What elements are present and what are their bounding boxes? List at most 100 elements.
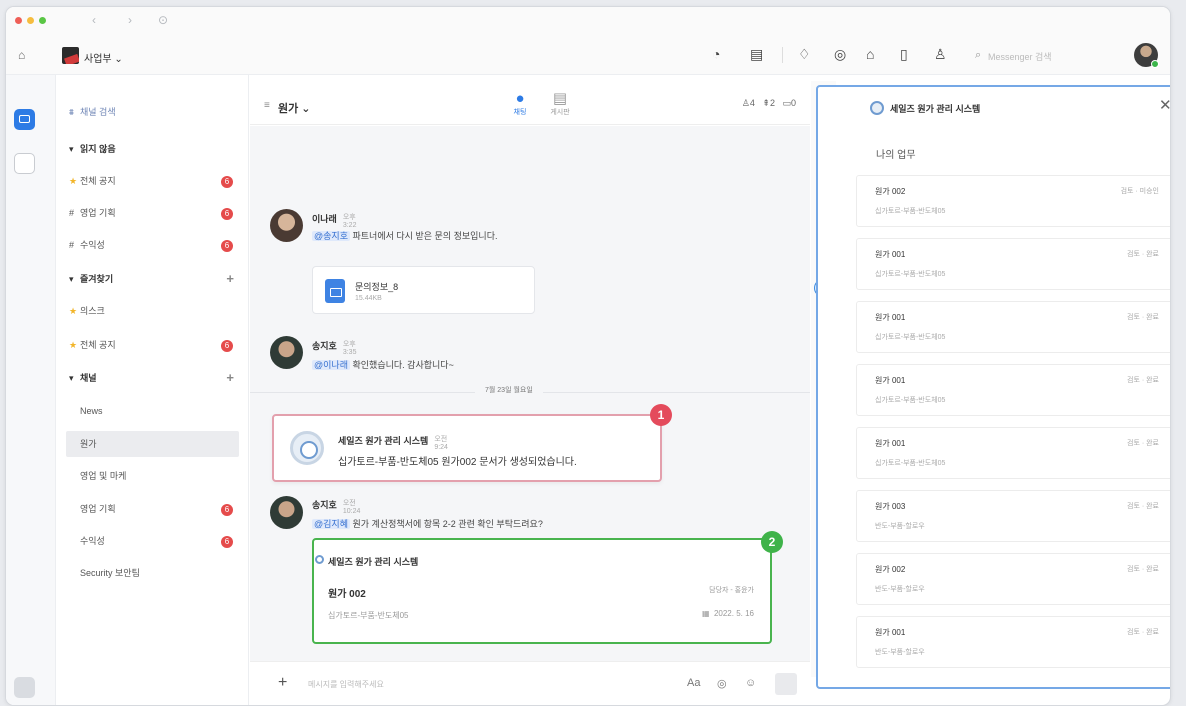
sidebar-item-marketing[interactable]: 영업 및 마케 — [66, 463, 239, 489]
emoji-icon[interactable]: ☺ — [745, 677, 756, 689]
history-icon[interactable]: ⊙ — [158, 13, 168, 27]
task-item[interactable]: 원가 001 십가토르-부품-반도체05 검토 · 완료 — [856, 238, 1170, 290]
task-item[interactable]: 원가 001 십가토르-부품-반도체05 검토 · 완료 — [856, 301, 1170, 353]
search-icon: ⌕ — [975, 49, 982, 61]
home-bookmark-icon[interactable]: ⌂ — [866, 47, 874, 61]
chat-header: ≡ 원가 ⌄ ● 채팅 ▤ 게시판 ♙4 ⇞2 ▭0 — [250, 75, 810, 125]
sidebar-item-security[interactable]: Security 보안팀 — [66, 560, 239, 586]
my-avatar[interactable] — [1134, 43, 1159, 68]
workspace-logo — [62, 47, 79, 64]
search-box[interactable]: ⌕ Messenger 검색 — [972, 46, 1122, 66]
avatar[interactable] — [270, 336, 303, 369]
forward-icon[interactable]: › — [128, 13, 132, 27]
zoom-window-button[interactable] — [39, 17, 46, 24]
sidebar-item-sales-plan-2[interactable]: 영업 기획 6 — [66, 496, 239, 522]
board-icon[interactable]: ▤ — [750, 47, 763, 61]
unread-badge: 6 — [221, 536, 233, 548]
pin-count: 2 — [769, 98, 775, 108]
notice-body: 십가토르-부품-반도체05 원가002 문서가 생성되었습니다. — [338, 457, 577, 468]
sidebar-item-fav-announce[interactable]: ★ 전체 공지 6 — [66, 332, 239, 358]
document-link-card[interactable]: 세일즈 원가 관리 시스템 원가 002 십가토르-부품-반도체05 담당자 -… — [312, 538, 772, 644]
member-count: 4 — [749, 98, 755, 108]
title-bar: ‹ › ⊙ — [6, 7, 1170, 35]
task-item[interactable]: 원가 001 반도-부품-할로우 검토 · 완료 — [856, 616, 1170, 668]
sidebar-item-news[interactable]: News — [66, 398, 239, 424]
sidebar-item-sales-plan[interactable]: # 영업 기획 6 — [66, 200, 239, 226]
system-icon — [315, 555, 324, 564]
task-item[interactable]: 원가 001 십가토르-부품-반도체05 검토 · 완료 — [856, 364, 1170, 416]
minimize-window-button[interactable] — [27, 17, 34, 24]
sidebar-item-fav-1[interactable]: ★ 의스크 — [66, 298, 239, 324]
mention[interactable]: @김지혜 — [312, 519, 350, 529]
files-icon: ▭ — [782, 98, 791, 108]
mention-icon[interactable]: ◎ — [717, 677, 727, 690]
message-author[interactable]: 송지호 오후 3:35 — [312, 339, 356, 356]
avatar[interactable] — [270, 209, 303, 242]
section-favorites[interactable]: ▾ 즐겨찾기 + — [66, 266, 239, 292]
workspace-switcher[interactable]: 사업부 ⌄ — [84, 50, 123, 65]
add-favorite-button[interactable]: + — [226, 266, 234, 292]
menu-icon[interactable]: ≡ — [264, 100, 270, 111]
close-icon[interactable]: ✕ — [1159, 96, 1170, 114]
document-icon[interactable]: ▯ — [900, 47, 908, 61]
tab-chat[interactable]: ● 채팅 — [500, 91, 540, 117]
members-icon: ♙ — [741, 98, 750, 108]
section-channels[interactable]: ▾ 채널 + — [66, 365, 239, 391]
card-header: 세일즈 원가 관리 시스템 — [315, 555, 418, 568]
mention[interactable]: @송지호 — [312, 231, 350, 241]
message-text: @김지혜 원가 계산정책서에 항목 2-2 관련 확인 부탁드려요? — [312, 519, 543, 529]
sidebar-item-cost[interactable]: 원가 — [66, 431, 239, 457]
mention[interactable]: @이나래 — [312, 360, 350, 370]
chat-icon[interactable]: ◔ — [712, 47, 720, 61]
panel-subtitle: 나의 업무 — [876, 150, 916, 161]
settings-icon[interactable] — [14, 677, 35, 698]
task-item[interactable]: 원가 003 반도-부품-할로우 검토 · 완료 — [856, 490, 1170, 542]
app-window: ‹ › ⊙ ⌂ 사업부 ⌄ ◔ ▤ ♢ ◎ ⌂ ▯ ♙ ⌕ Messenger … — [5, 6, 1171, 706]
task-item[interactable]: 원가 001 십가토르-부품-반도체05 검토 · 완료 — [856, 427, 1170, 479]
workspace-name: 사업부 — [84, 54, 112, 65]
bell-icon[interactable]: ♢ — [798, 47, 811, 61]
text-format-icon[interactable]: Aa — [687, 677, 700, 689]
close-window-button[interactable] — [15, 17, 22, 24]
notice-title: 세일즈 원가 관리 시스템 오전 9:24 — [338, 436, 448, 451]
message-input[interactable]: 메시지를 입력해주세요 — [308, 679, 384, 690]
chat-bubble-icon: ● — [515, 90, 525, 107]
message-composer: + 메시지를 입력해주세요 Aa ◎ ☺ — [250, 661, 810, 705]
unread-badge: 6 — [221, 504, 233, 516]
contacts-icon[interactable] — [14, 153, 35, 174]
channel-title[interactable]: 원가 ⌄ — [278, 100, 311, 116]
file-attachment[interactable]: 문의정보_8 15.44KB — [312, 266, 535, 314]
back-icon[interactable]: ‹ — [92, 13, 96, 27]
tab-board[interactable]: ▤ 게시판 — [540, 91, 580, 117]
mention-icon[interactable]: ◎ — [834, 47, 846, 61]
unread-badge: 6 — [221, 340, 233, 352]
step-badge: 1 — [650, 404, 672, 426]
avatar[interactable] — [270, 496, 303, 529]
online-status-dot — [1151, 60, 1159, 68]
step-badge: 2 — [761, 531, 783, 553]
add-channel-button[interactable]: + — [226, 365, 234, 391]
channel-stats[interactable]: ♙4 ⇞2 ▭0 — [742, 98, 796, 109]
section-unread[interactable]: ▾ 읽지 않음 — [66, 136, 239, 162]
sidebar-item-announce[interactable]: ★ 전체 공지 6 — [66, 168, 239, 194]
people-icon[interactable]: ♙ — [934, 47, 947, 61]
unread-badge: 6 — [221, 176, 233, 188]
sidebar-item-profit-2[interactable]: 수익성 6 — [66, 528, 239, 554]
system-notice-card[interactable]: 세일즈 원가 관리 시스템 오전 9:24 십가토르-부품-반도체05 원가002… — [272, 414, 662, 482]
task-item[interactable]: 원가 002 십가토르-부품-반도체05 검토 · 미승인 — [856, 175, 1170, 227]
unread-badge: 6 — [221, 208, 233, 220]
message-author[interactable]: 송지호 오전 10:24 — [312, 498, 360, 515]
home-icon[interactable]: ⌂ — [18, 48, 25, 62]
board-icon: ▤ — [552, 90, 568, 107]
chat-area: ≡ 원가 ⌄ ● 채팅 ▤ 게시판 ♙4 ⇞2 ▭0 이나래 오후 3:22 @송지호… — [250, 75, 810, 705]
channel-search[interactable]: ⩩ 채널 검색 — [66, 99, 239, 125]
left-rail — [6, 75, 56, 705]
task-item[interactable]: 원가 002 반도-부품-할로우 검토 · 완료 — [856, 553, 1170, 605]
assignee: 담당자 - 홍윤가 — [709, 587, 754, 594]
sidebar-item-profit[interactable]: # 수익성 6 — [66, 232, 239, 258]
file-count: 0 — [790, 98, 796, 108]
send-button[interactable] — [775, 673, 797, 695]
attach-plus-icon[interactable]: + — [278, 674, 287, 692]
messenger-icon[interactable] — [14, 109, 35, 130]
message-author[interactable]: 이나래 오후 3:22 — [312, 212, 356, 229]
